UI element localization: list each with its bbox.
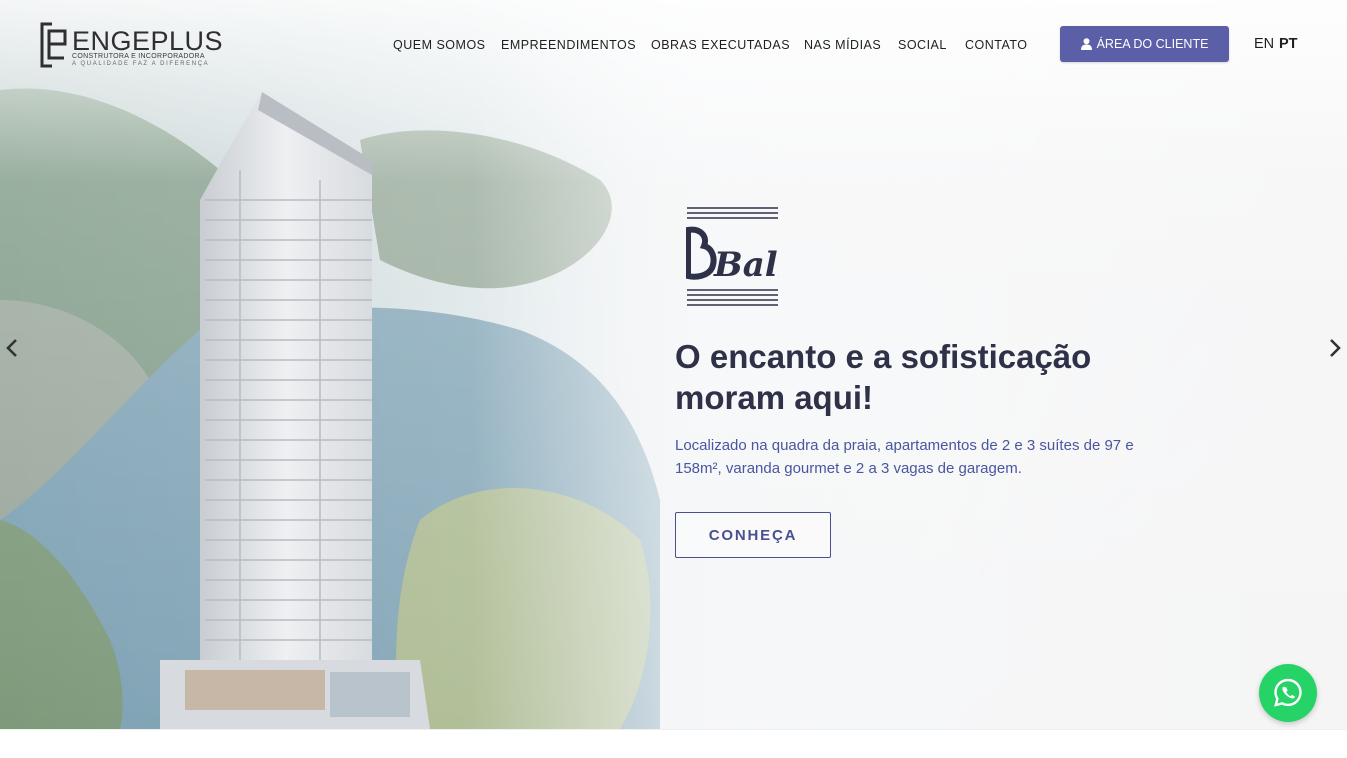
chevron-left-icon[interactable]: [1, 334, 23, 362]
bali-project-logo: Bali: [686, 207, 779, 306]
whatsapp-icon: [1274, 678, 1302, 707]
hero-headline-line-1: O encanto e a sofisticação: [675, 338, 1092, 375]
section-divider: [0, 729, 1347, 758]
logo-mark-icon: [40, 22, 67, 68]
engeplus-logo[interactable]: ENGEPLUS CONSTRUTORA E INCORPORADORA A Q…: [40, 22, 224, 70]
bali-logo-text: Bali: [713, 245, 779, 285]
nav-item-empreendimentos[interactable]: EMPREENDIMENTOS: [501, 38, 636, 52]
client-area-button[interactable]: ÁREA DO CLIENTE: [1060, 26, 1229, 62]
conheca-label: CONHEÇA: [708, 526, 798, 544]
logo-tagline: A QUALIDADE FAZ A DIFERENÇA: [72, 61, 210, 67]
hero-headline: O encanto e a sofisticação moram aqui!: [675, 336, 1195, 418]
nav-item-social[interactable]: SOCIAL: [898, 38, 947, 52]
conheca-button[interactable]: CONHEÇA: [675, 512, 831, 558]
logo-subtitle: CONSTRUTORA E INCORPORADORA: [72, 53, 205, 60]
hero-headline-line-2: moram aqui!: [675, 379, 874, 416]
user-icon: [1080, 38, 1092, 50]
nav-item-contato[interactable]: CONTATO: [965, 38, 1028, 52]
lang-en-link[interactable]: EN: [1254, 36, 1274, 52]
logo-brand-name: ENGEPLUS: [72, 26, 224, 56]
chevron-right-icon[interactable]: [1324, 334, 1346, 362]
hero-description: Localizado na quadra da praia, apartamen…: [675, 434, 1145, 480]
hero-description-line-2: 158m², varanda gourmet e 2 a 3 vagas de …: [675, 460, 1022, 477]
lang-pt-link[interactable]: PT: [1279, 36, 1298, 52]
whatsapp-button[interactable]: [1259, 664, 1317, 722]
hero-description-line-1: Localizado na quadra da praia, apartamen…: [675, 437, 1134, 454]
nav-item-quem-somos[interactable]: QUEM SOMOS: [393, 38, 486, 52]
client-area-label: ÁREA DO CLIENTE: [1096, 37, 1209, 51]
nav-item-nas-midias[interactable]: NAS MÍDIAS: [804, 38, 881, 52]
nav-item-obras-executadas[interactable]: OBRAS EXECUTADAS: [651, 38, 790, 52]
